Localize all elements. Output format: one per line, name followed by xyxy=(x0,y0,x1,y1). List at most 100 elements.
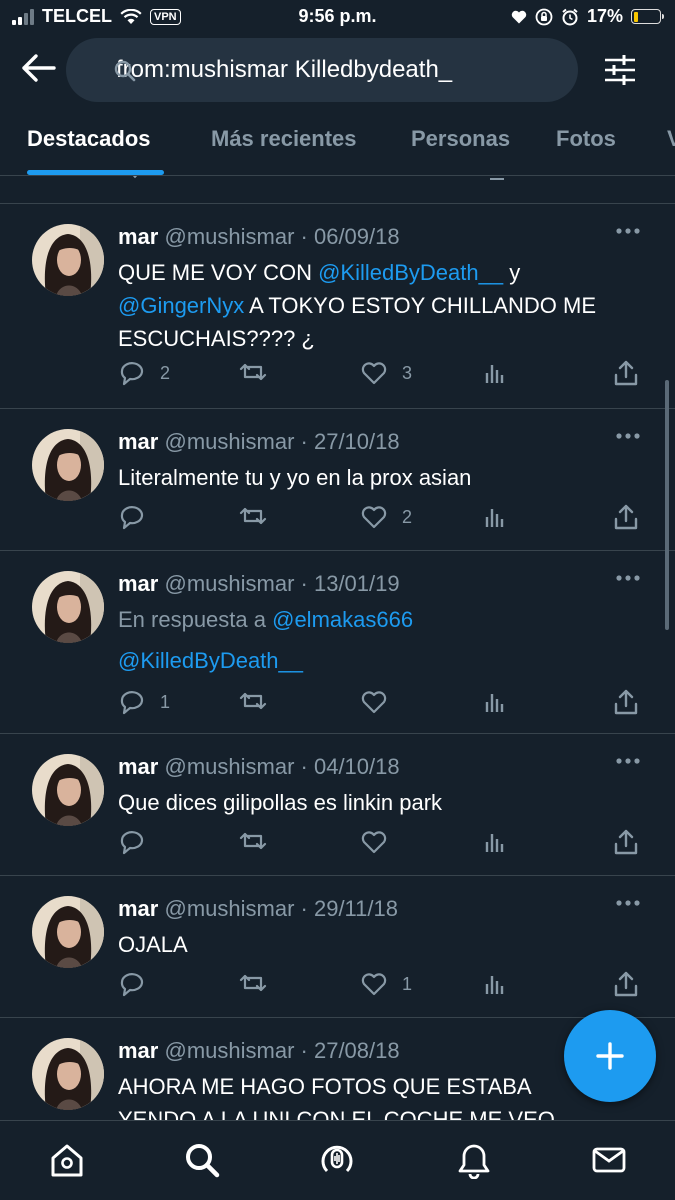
likes-count: 2 xyxy=(402,506,413,527)
tab-personas[interactable]: Personas xyxy=(411,126,510,152)
notifications-icon[interactable] xyxy=(455,1141,493,1179)
reply-button[interactable]: 2 xyxy=(118,358,170,388)
analytics-button[interactable] xyxy=(481,827,509,857)
mention-link[interactable]: @KilledByDeath__ xyxy=(318,260,503,285)
battery-level xyxy=(633,11,638,22)
home-icon[interactable] xyxy=(48,1141,86,1179)
status-right: 17% xyxy=(511,6,664,27)
like-icon xyxy=(361,691,387,714)
mention-link[interactable]: @GingerNyx xyxy=(118,293,244,318)
tweet-actions: 2 xyxy=(118,502,648,532)
author-name[interactable]: mar xyxy=(118,754,158,779)
share-button[interactable] xyxy=(612,502,640,532)
author-name[interactable]: mar xyxy=(118,1038,158,1063)
tweet-item[interactable]: mar @mushismar · 27/10/18 Literalmente t… xyxy=(0,409,675,551)
reply-button[interactable] xyxy=(118,969,160,999)
messages-icon[interactable] xyxy=(590,1141,628,1179)
analytics-button[interactable] xyxy=(481,969,509,999)
replies-count: 1 xyxy=(160,691,171,712)
author-handle: @mushismar xyxy=(164,429,295,454)
avatar[interactable] xyxy=(32,224,104,296)
plus-icon xyxy=(596,1042,624,1070)
scrollbar[interactable] xyxy=(665,380,669,630)
analytics-button[interactable] xyxy=(481,358,509,388)
avatar[interactable] xyxy=(32,571,104,643)
share-button[interactable] xyxy=(612,358,640,388)
author-handle: @mushismar xyxy=(164,754,295,779)
tweet-feed[interactable]: mar @mushismar · 06/09/18 QUE ME VOY CON… xyxy=(0,176,675,1120)
tweet-text-part: QUE ME VOY CON xyxy=(118,260,319,285)
avatar[interactable] xyxy=(32,1038,104,1110)
orientation-lock-icon xyxy=(535,8,553,25)
retweet-button[interactable] xyxy=(239,358,281,388)
tab-destacados[interactable]: Destacados xyxy=(27,126,151,152)
tweet-header: mar @mushismar · 29/11/18 xyxy=(118,896,398,922)
retweet-button[interactable] xyxy=(239,827,281,857)
share-button[interactable] xyxy=(612,827,640,857)
reply-icon xyxy=(120,831,144,855)
tweet-text: En respuesta a @elmakas666 @KilledByDeat… xyxy=(118,603,648,677)
avatar[interactable] xyxy=(32,429,104,501)
share-icon xyxy=(614,360,638,386)
back-arrow-icon[interactable] xyxy=(20,52,60,84)
analytics-button[interactable] xyxy=(481,687,509,717)
retweet-button[interactable] xyxy=(239,969,281,999)
tweet-header: mar @mushismar · 13/01/19 xyxy=(118,571,400,597)
author-name[interactable]: mar xyxy=(118,571,158,596)
search-input[interactable]: from:mushismar Killedbydeath_ xyxy=(66,38,578,102)
meta-separator: · xyxy=(300,1038,308,1063)
analytics-button[interactable] xyxy=(481,502,509,532)
tweet-date: 27/08/18 xyxy=(313,1038,400,1063)
like-icon xyxy=(361,506,387,529)
spaces-icon[interactable] xyxy=(318,1141,356,1179)
replies-count: 2 xyxy=(160,362,171,383)
retweet-button[interactable] xyxy=(239,502,281,532)
tweet-item[interactable]: mar @mushismar · 29/11/18 OJALA 1 xyxy=(0,876,675,1018)
like-button[interactable] xyxy=(360,687,402,717)
reply-button[interactable] xyxy=(118,502,160,532)
more-icon[interactable] xyxy=(615,573,641,583)
reply-button[interactable] xyxy=(118,827,160,857)
avatar[interactable] xyxy=(32,896,104,968)
filter-sliders-icon[interactable] xyxy=(602,52,638,88)
share-button[interactable] xyxy=(612,687,640,717)
meta-separator: · xyxy=(300,571,308,596)
avatar[interactable] xyxy=(32,754,104,826)
tweet-item[interactable]: mar @mushismar · 06/09/18 QUE ME VOY CON… xyxy=(0,204,675,409)
tweet-item[interactable]: mar @mushismar · 04/10/18 Que dices gili… xyxy=(0,734,675,876)
share-icon xyxy=(614,829,638,855)
meta-separator: · xyxy=(300,896,308,921)
mention-link[interactable]: @elmakas666 xyxy=(272,607,413,632)
more-icon[interactable] xyxy=(615,226,641,236)
like-icon xyxy=(361,831,387,854)
retweet-button[interactable] xyxy=(239,687,281,717)
analytics-icon xyxy=(485,509,504,527)
like-button[interactable]: 3 xyxy=(360,358,412,388)
active-tab-indicator xyxy=(27,170,164,175)
tweet-header: mar @mushismar · 06/09/18 xyxy=(118,224,400,250)
reply-context: En respuesta a @elmakas666 xyxy=(118,603,648,636)
mention-link[interactable]: @KilledByDeath__ xyxy=(118,644,648,677)
compose-button[interactable] xyxy=(564,1010,656,1102)
tab-fotos[interactable]: Fotos xyxy=(556,126,616,152)
tweet-item[interactable]: mar @mushismar · 13/01/19 En respuesta a… xyxy=(0,551,675,734)
more-icon[interactable] xyxy=(615,431,641,441)
tab-mas-recientes[interactable]: Más recientes xyxy=(211,126,357,152)
like-button[interactable]: 2 xyxy=(360,502,412,532)
author-name[interactable]: mar xyxy=(118,429,158,454)
tweet-header: mar @mushismar · 27/10/18 xyxy=(118,429,400,455)
more-icon[interactable] xyxy=(615,756,641,766)
reply-button[interactable]: 1 xyxy=(118,687,170,717)
share-button[interactable] xyxy=(612,969,640,999)
author-name[interactable]: mar xyxy=(118,224,158,249)
tweet-text: QUE ME VOY CON @KilledByDeath__ y @Ginge… xyxy=(118,256,648,355)
tweet-date: 04/10/18 xyxy=(313,754,400,779)
like-button[interactable] xyxy=(360,827,402,857)
tweet-date: 13/01/19 xyxy=(313,571,400,596)
like-button[interactable]: 1 xyxy=(360,969,412,999)
reply-icon xyxy=(120,973,144,997)
tab-videos[interactable]: V xyxy=(667,126,675,152)
more-icon[interactable] xyxy=(615,898,641,908)
search-icon[interactable] xyxy=(183,1141,221,1179)
author-name[interactable]: mar xyxy=(118,896,158,921)
